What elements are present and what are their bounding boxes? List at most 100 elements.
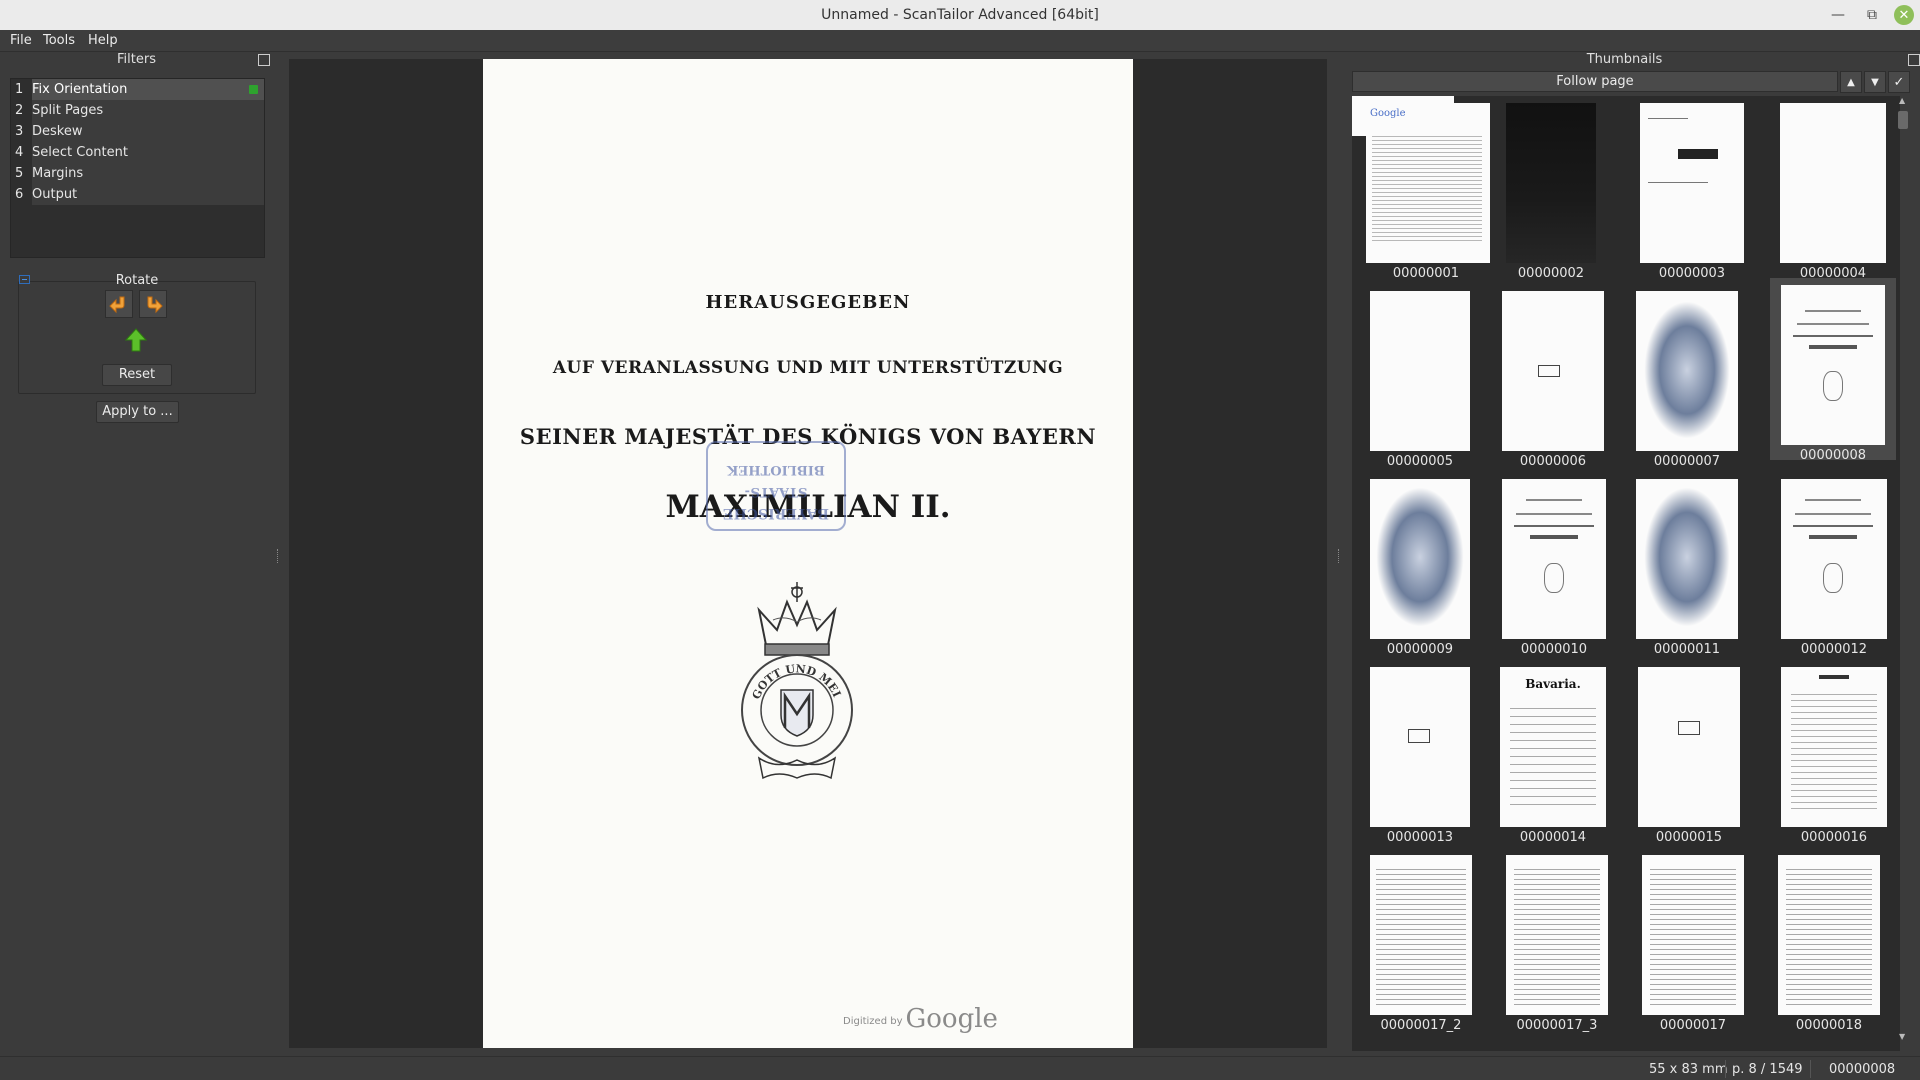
menu-help[interactable]: Help (88, 33, 118, 48)
restore-icon: ⧉ (1867, 7, 1877, 23)
thumbnail-label: 00000014 (1519, 830, 1587, 845)
scrollbar-handle[interactable] (1898, 111, 1908, 129)
filter-number: 2 (15, 103, 24, 118)
digitized-by-text: Digitized by (843, 1016, 903, 1027)
thumbnail-item-selected[interactable]: 00000008 (1770, 278, 1896, 463)
thumbnail-item[interactable]: 00000007 (1636, 284, 1756, 469)
filter-item-split-pages[interactable]: 2 Split Pages (11, 100, 264, 121)
thumbnail-item[interactable]: 00000010 (1502, 472, 1622, 657)
thumbnail-item[interactable]: Google 00000001 (1366, 96, 1490, 281)
page-name-status: 00000008 (1829, 1062, 1896, 1077)
status-separator (1810, 1060, 1811, 1078)
digitized-watermark: Digitized by Google (843, 1004, 998, 1034)
page-text-line-1: HERAUSGEGEBEN (705, 292, 911, 313)
thumbnail-item[interactable]: 00000002 (1506, 96, 1626, 281)
filters-title: Filters (117, 52, 156, 67)
splitter-grip-icon (1338, 549, 1340, 563)
close-button[interactable]: ✕ (1888, 0, 1920, 30)
library-stamp: BAYERISCHE STAATS- BIBLIOTHEK (706, 441, 846, 531)
thumbnail-image (1370, 479, 1470, 639)
thumbnail-label: 00000010 (1520, 642, 1588, 657)
filter-item-fix-orientation[interactable]: 1 Fix Orientation (11, 79, 264, 100)
minimize-button[interactable]: — (1822, 0, 1854, 30)
title-bar: Unnamed - ScanTailor Advanced [64bit] — … (0, 0, 1920, 30)
thumbnail-image (1778, 855, 1880, 1015)
thumbnail-label: 00000018 (1795, 1018, 1863, 1033)
thumbnails-scrollbar[interactable]: ▲ ▼ (1896, 96, 1910, 1046)
follow-page-button[interactable]: Follow page (1352, 71, 1838, 92)
stamp-text-1: BAYERISCHE (723, 505, 829, 521)
thumbnail-image (1506, 103, 1596, 263)
thumbnail-item[interactable]: 00000017 (1642, 848, 1762, 1033)
filter-item-margins[interactable]: 5 Margins (11, 163, 264, 184)
selection-mode-button[interactable]: ✓ (1888, 71, 1910, 93)
thumbnail-label: 00000003 (1658, 266, 1726, 281)
thumbnail-list[interactable]: Google 00000001 00000002 00000003 000000… (1352, 96, 1900, 1051)
collapse-rotate-button[interactable] (19, 275, 30, 284)
thumbnail-item[interactable]: 00000003 (1640, 96, 1760, 281)
thumbnail-item[interactable]: 00000013 (1366, 660, 1486, 845)
thumbnail-label: 00000002 (1517, 266, 1585, 281)
image-viewer[interactable]: HERAUSGEGEBEN AUF VERANLASSUNG UND MIT U… (289, 59, 1327, 1048)
thumbnail-image (1640, 103, 1744, 263)
thumbnail-label: 00000012 (1800, 642, 1868, 657)
filter-item-output[interactable]: 6 Output (11, 184, 264, 205)
thumbnail-item[interactable]: 00000005 (1366, 284, 1486, 469)
menu-file[interactable]: File (10, 33, 32, 48)
thumbnail-item[interactable]: 00000016 (1774, 660, 1894, 845)
stamp-text-3: BIBLIOTHEK (727, 462, 825, 477)
thumbnail-label: 00000008 (1799, 448, 1867, 463)
thumbnail-item[interactable]: 00000018 (1778, 848, 1898, 1033)
thumbnail-label: 00000001 (1392, 266, 1460, 281)
thumbnail-label: 00000007 (1653, 454, 1721, 469)
thumbnail-label: 00000015 (1655, 830, 1723, 845)
check-icon: ✓ (1893, 74, 1905, 90)
thumbnail-item[interactable]: 00000004 (1780, 96, 1900, 281)
thumbnail-image: Google (1366, 103, 1490, 263)
filter-item-deskew[interactable]: 3 Deskew (11, 121, 264, 142)
thumbnail-item[interactable]: Bavaria. 00000014 (1500, 660, 1620, 845)
filter-list: 1 Fix Orientation 2 Split Pages 3 Deskew… (10, 78, 265, 258)
status-separator (1725, 1060, 1726, 1078)
maximize-button[interactable]: ⧉ (1856, 0, 1888, 30)
up-arrow-icon (124, 328, 148, 352)
undock-thumbnails-button[interactable] (1908, 54, 1920, 66)
royal-crest-icon: GOTT UND MEIN VOLK. (737, 580, 853, 780)
page-size-status: 55 x 83 mm (1649, 1062, 1728, 1077)
thumbnail-label: 00000016 (1800, 830, 1868, 845)
filter-number: 5 (15, 166, 24, 181)
undock-filters-button[interactable] (258, 54, 270, 66)
thumbnail-item[interactable]: 00000006 (1502, 284, 1622, 469)
next-page-button[interactable]: ▼ (1864, 71, 1886, 93)
reset-button[interactable]: Reset (102, 364, 172, 386)
apply-to-button[interactable]: Apply to ... (96, 401, 179, 423)
thumbnail-image (1781, 479, 1887, 639)
menu-tools[interactable]: Tools (43, 33, 75, 48)
thumbnail-item[interactable]: 00000012 (1774, 472, 1894, 657)
filter-number: 6 (15, 187, 24, 202)
filter-item-select-content[interactable]: 4 Select Content (11, 142, 264, 163)
page-number-status: p. 8 / 1549 (1732, 1062, 1803, 1077)
thumbnail-item[interactable]: 00000011 (1636, 472, 1756, 657)
orientation-up-button[interactable] (122, 326, 150, 354)
thumbnails-title: Thumbnails (1586, 52, 1663, 67)
previous-page-button[interactable]: ▲ (1840, 71, 1862, 93)
thumbnail-item[interactable]: 00000009 (1366, 472, 1486, 657)
filter-label: Fix Orientation (32, 79, 264, 100)
thumbnail-item[interactable]: 00000017_2 (1366, 848, 1486, 1033)
thumbnail-label: 00000006 (1519, 454, 1587, 469)
google-logo-small: Google (1370, 108, 1406, 119)
thumbnail-title-text: Bavaria. (1525, 677, 1581, 691)
rotate-right-button[interactable] (139, 290, 167, 318)
left-splitter[interactable] (275, 52, 281, 1056)
thumbnail-item[interactable]: 00000015 (1638, 660, 1758, 845)
filter-label: Deskew (32, 121, 264, 142)
rotate-left-icon (109, 296, 125, 314)
filter-number: 1 (15, 82, 24, 97)
scroll-up-icon: ▲ (1899, 96, 1906, 105)
thumbnail-item[interactable]: 00000017_3 (1506, 848, 1626, 1033)
stamp-text-2: STAATS- (744, 484, 808, 499)
page-text-line-2: AUF VERANLASSUNG UND MIT UNTERSTÜTZUNG (552, 358, 1064, 378)
filter-number: 4 (15, 145, 24, 160)
rotate-left-button[interactable] (105, 290, 133, 318)
